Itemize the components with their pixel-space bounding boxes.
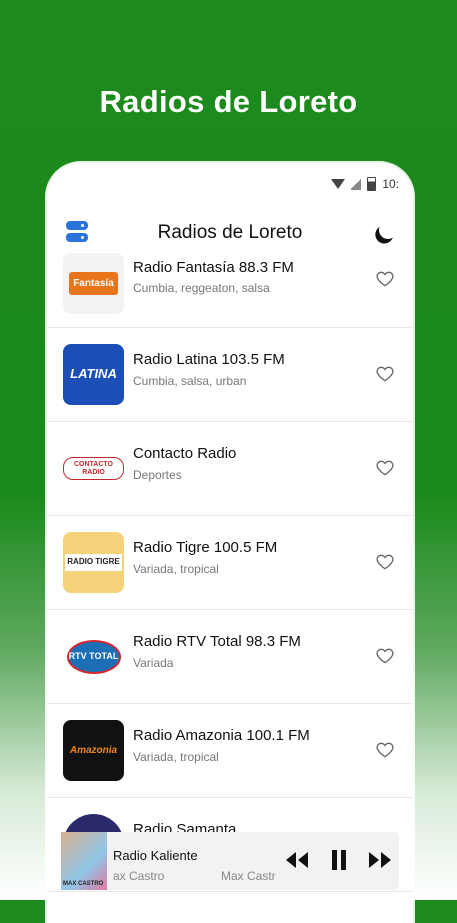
status-time: 10:	[382, 177, 399, 191]
station-genre: Cumbia, salsa, urban	[133, 374, 247, 388]
station-genre: Cumbia, reggeaton, salsa	[133, 281, 270, 295]
station-name: Radio Amazonia 100.1 FM	[133, 727, 310, 744]
station-genre: Variada, tropical	[133, 562, 219, 576]
player-album-art: MAX CASTRO	[61, 832, 107, 890]
favorite-heart-icon[interactable]	[375, 646, 395, 666]
station-row[interactable]: LATINA Radio Latina 103.5 FM Cumbia, sal…	[47, 328, 413, 422]
station-logo: LATINA	[63, 344, 124, 405]
station-logo: CONTACTO RADIO	[63, 438, 124, 499]
favorite-heart-icon[interactable]	[375, 269, 395, 289]
signal-icon	[351, 178, 362, 190]
station-logo: RADIO TIGRE	[63, 532, 124, 593]
favorite-heart-icon[interactable]	[375, 740, 395, 760]
player-title: Radio Kaliente	[113, 848, 198, 863]
favorite-heart-icon[interactable]	[375, 458, 395, 478]
station-logo: RTV TOTAL	[63, 626, 124, 687]
status-bar: 10:	[331, 177, 399, 191]
battery-icon	[367, 177, 377, 191]
fast-forward-icon[interactable]	[368, 850, 392, 870]
player-artist: ax Castro	[113, 869, 165, 883]
station-name: Radio Fantasía 88.3 FM	[133, 259, 294, 276]
favorite-heart-icon[interactable]	[375, 364, 395, 384]
favorite-heart-icon[interactable]	[375, 552, 395, 572]
station-name: Radio Latina 103.5 FM	[133, 351, 285, 368]
pause-icon[interactable]	[329, 850, 349, 870]
player-artist-marquee: Max Castr	[221, 869, 276, 883]
mini-player[interactable]: MAX CASTRO Radio Kaliente ax Castro Max …	[61, 832, 399, 890]
promo-title: Radios de Loreto	[99, 84, 358, 119]
station-row[interactable]: Fantasía Radio Fantasía 88.3 FM Cumbia, …	[47, 253, 413, 328]
station-logo: Fantasía	[63, 253, 124, 314]
station-genre: Deportes	[133, 468, 182, 482]
page-title: Radios de Loreto	[157, 222, 303, 243]
station-list: Fantasía Radio Fantasía 88.3 FM Cumbia, …	[47, 253, 413, 892]
wifi-icon	[331, 179, 346, 189]
station-genre: Variada	[133, 656, 174, 670]
rewind-icon[interactable]	[285, 850, 309, 870]
station-row[interactable]: RADIO TIGRE Radio Tigre 100.5 FM Variada…	[47, 516, 413, 610]
station-genre: Variada, tropical	[133, 750, 219, 764]
station-name: Contacto Radio	[133, 445, 237, 462]
station-logo: Amazonia	[63, 720, 124, 781]
station-row[interactable]: Amazonia Radio Amazonia 100.1 FM Variada…	[47, 704, 413, 798]
station-name: Radio Tigre 100.5 FM	[133, 539, 278, 556]
station-row[interactable]: CONTACTO RADIO Contacto Radio Deportes	[47, 422, 413, 516]
phone-frame: 10: Radios de Loreto Fantasía Radio Fant…	[47, 163, 413, 923]
station-row[interactable]: RTV TOTAL Radio RTV Total 98.3 FM Variad…	[47, 610, 413, 704]
station-name: Radio RTV Total 98.3 FM	[133, 633, 301, 650]
